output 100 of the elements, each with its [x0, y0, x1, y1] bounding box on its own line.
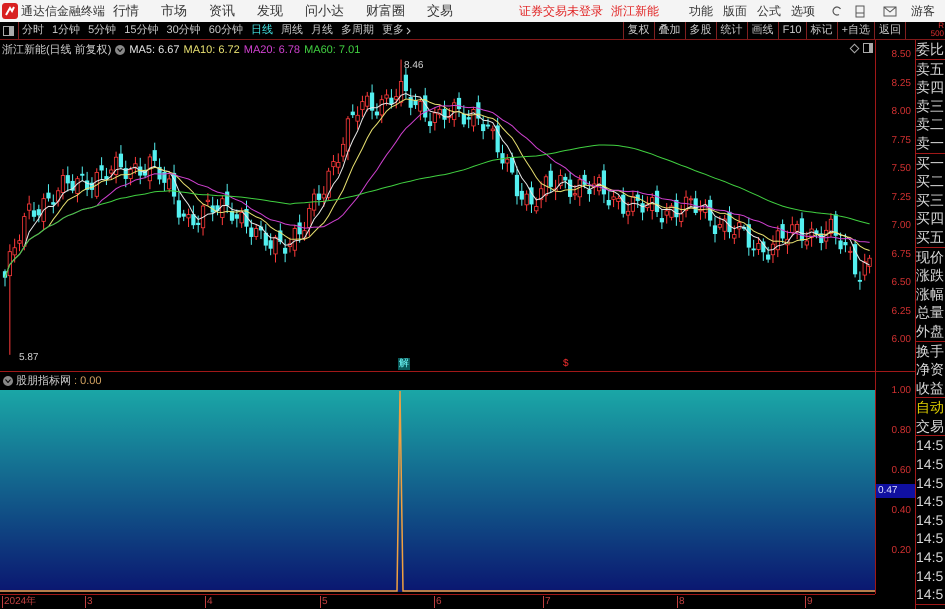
- quote-field-label: 买二: [916, 172, 945, 191]
- quote-field-label: 14:5: [916, 492, 944, 511]
- quote-field-label: 14:5: [916, 436, 944, 456]
- quote-field-label: 委比: [916, 40, 945, 59]
- period-tab[interactable]: 日线: [251, 22, 273, 39]
- period-tab[interactable]: 周线: [281, 22, 303, 39]
- ma-value: MA60: 7.01: [304, 43, 360, 58]
- panel-toggle-icon[interactable]: [863, 43, 873, 53]
- refresh-icon[interactable]: [831, 5, 843, 17]
- date-axis-label: 8: [677, 596, 685, 608]
- price-axis-label: 6.50: [892, 277, 911, 289]
- quote-field-label: 外盘: [916, 322, 945, 340]
- date-axis-label: 6: [434, 596, 442, 608]
- panel-badge[interactable]: R 500: [905, 22, 945, 39]
- quote-field-label: 涨跌: [916, 266, 945, 285]
- panel-toggle-icon[interactable]: [3, 26, 14, 36]
- toolbar-button[interactable]: 多股: [684, 22, 716, 39]
- mail-icon[interactable]: [883, 6, 897, 16]
- quote-field-label: 卖一: [916, 134, 945, 153]
- menu-item[interactable]: 功能: [689, 2, 713, 20]
- period-tab[interactable]: 多周期: [341, 22, 374, 39]
- quote-field-label: 总量: [916, 303, 945, 322]
- menu-item[interactable]: 版面: [723, 2, 747, 20]
- indicator-title: 股朋指标网: [16, 374, 71, 389]
- period-tab[interactable]: 1分钟: [52, 22, 80, 39]
- indicator-axis-label: 0.40: [892, 505, 911, 517]
- login-status[interactable]: 证券交易未登录: [519, 2, 603, 20]
- menu-item[interactable]: 资讯: [209, 1, 235, 21]
- date-axis-label: 7: [543, 596, 551, 608]
- quote-field-label: 14:5: [916, 585, 944, 604]
- quote-field-label: 14:5: [916, 566, 944, 586]
- period-tab[interactable]: 15分钟: [124, 22, 158, 39]
- quote-field-label: 14:5: [916, 548, 944, 567]
- event-tag[interactable]: 解: [398, 358, 410, 370]
- date-axis-label: 2024年: [2, 596, 36, 608]
- price-axis-label: 6.00: [892, 334, 911, 346]
- toolbar-button[interactable]: 复权: [622, 22, 654, 39]
- toolbar-button[interactable]: 标记: [806, 22, 837, 39]
- quote-field-label: 卖四: [916, 78, 945, 97]
- quote-field-label: 买一: [916, 154, 945, 172]
- collapse-icon[interactable]: [115, 45, 126, 56]
- price-axis-label: 7.75: [892, 134, 911, 146]
- toolbar-button[interactable]: 画线: [746, 22, 778, 39]
- menu-item[interactable]: 问小达: [305, 1, 344, 21]
- price-axis-label: 8.50: [892, 49, 911, 61]
- ma-value: MA5: 6.67: [129, 43, 180, 58]
- quote-field-label: 卖三: [916, 96, 945, 116]
- menu-item[interactable]: 公式: [757, 2, 781, 20]
- menu-item[interactable]: 行情: [113, 1, 139, 21]
- menu-item[interactable]: 交易: [427, 1, 453, 21]
- high-price-label: 8.46: [404, 59, 424, 73]
- price-axis-label: 7.25: [892, 192, 911, 204]
- menu-item[interactable]: 市场: [161, 1, 187, 21]
- quote-field-label: 净资: [916, 360, 945, 379]
- menu-item[interactable]: 选项: [791, 2, 815, 20]
- quote-field-label: 交易: [916, 416, 945, 436]
- quote-field-label: 14:5: [916, 474, 944, 492]
- toolbar-button[interactable]: 返回: [874, 22, 905, 39]
- period-tab[interactable]: 30分钟: [166, 22, 201, 39]
- quote-field-label: 买三: [916, 190, 945, 210]
- quote-field-label: 自动: [916, 398, 945, 417]
- indicator-axis-label: 0.80: [892, 425, 911, 437]
- quote-field-label: 换手: [916, 342, 945, 360]
- price-axis-label: 8.00: [892, 106, 911, 118]
- period-tab[interactable]: 5分钟: [88, 22, 116, 39]
- period-tab[interactable]: 分时: [22, 22, 44, 39]
- price-axis-label: 8.25: [892, 78, 911, 90]
- menu-item[interactable]: 财富圈: [366, 1, 405, 21]
- indicator-axis-label: 0.60: [892, 465, 911, 477]
- indicator-value: : 0.00: [74, 374, 102, 389]
- period-tab[interactable]: 月线: [311, 22, 333, 39]
- badge-bottom: 500: [930, 30, 944, 38]
- period-tab[interactable]: 60分钟: [208, 22, 243, 39]
- badge-top: R: [938, 22, 944, 30]
- price-axis-label: 6.75: [892, 248, 911, 260]
- menu-item[interactable]: 发现: [257, 1, 283, 21]
- user-label[interactable]: 游客: [911, 2, 935, 20]
- event-mark[interactable]: $: [563, 358, 569, 370]
- toolbar-button[interactable]: 统计: [716, 22, 747, 39]
- quote-field-label: 买五: [916, 228, 945, 247]
- toolbar-button[interactable]: F10: [778, 22, 806, 39]
- quote-field-label: 收益: [916, 378, 945, 398]
- collapse-icon[interactable]: [3, 376, 13, 386]
- period-tab[interactable]: 更多: [382, 22, 411, 39]
- chevron-right-icon: [406, 26, 411, 34]
- ma-value: MA20: 6.78: [244, 43, 300, 58]
- chart-title: 浙江新能(日线 前复权): [2, 42, 112, 58]
- ma-value: MA10: 6.72: [184, 43, 240, 58]
- date-axis-label: 9: [805, 596, 813, 608]
- low-price-label: 5.87: [19, 351, 38, 365]
- date-axis-label: 5: [320, 596, 328, 608]
- date-axis-label: 4: [205, 596, 213, 608]
- toolbar-button[interactable]: 叠加: [654, 22, 685, 39]
- quote-field-label: 现价: [916, 248, 945, 266]
- app-name: 通达信金融终端: [21, 3, 106, 20]
- quote-field-label: 14:5: [916, 510, 944, 530]
- quote-field-label: 14:5: [916, 529, 944, 548]
- quote-field-label: 卖二: [916, 115, 945, 134]
- toolbar-button[interactable]: +自选: [836, 22, 874, 39]
- date-axis-label: 3: [85, 596, 93, 608]
